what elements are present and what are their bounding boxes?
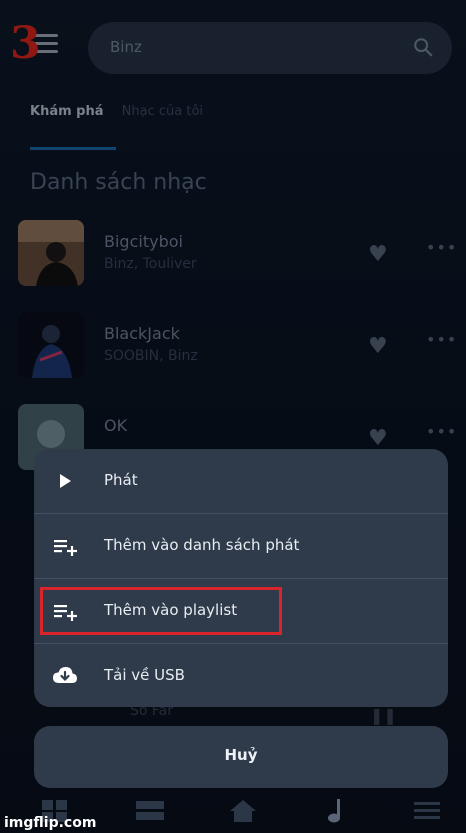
play-icon [60,474,71,488]
action-label: Thêm vào danh sách phát [104,536,300,554]
menu-icon[interactable] [412,798,442,824]
action-label: Tải về USB [104,666,185,684]
watermark: imgflip.com [4,815,97,831]
library-icon[interactable] [135,798,165,824]
cancel-button[interactable]: Huỷ [34,726,448,788]
action-download-usb[interactable]: Tải về USB [34,643,448,707]
action-label: Thêm vào playlist [104,601,238,619]
action-label: Phát [104,471,138,489]
playlist-add-icon [54,605,77,621]
action-sheet: Phát Thêm vào danh sách phát Thêm vào pl… [34,449,448,707]
modal-backdrop[interactable] [0,0,466,833]
action-play[interactable]: Phát [34,449,448,513]
action-add-to-queue[interactable]: Thêm vào danh sách phát [34,513,448,577]
cancel-label: Huỷ [224,746,258,764]
queue-add-icon [54,540,77,556]
action-add-to-playlist[interactable]: Thêm vào playlist [34,578,448,642]
app-screen: 3 Binz Khám phá Nhạc của tôi Danh sách n… [0,0,466,833]
cloud-download-icon [53,667,77,683]
music-note-icon[interactable] [322,798,352,824]
home-icon[interactable] [228,798,258,824]
